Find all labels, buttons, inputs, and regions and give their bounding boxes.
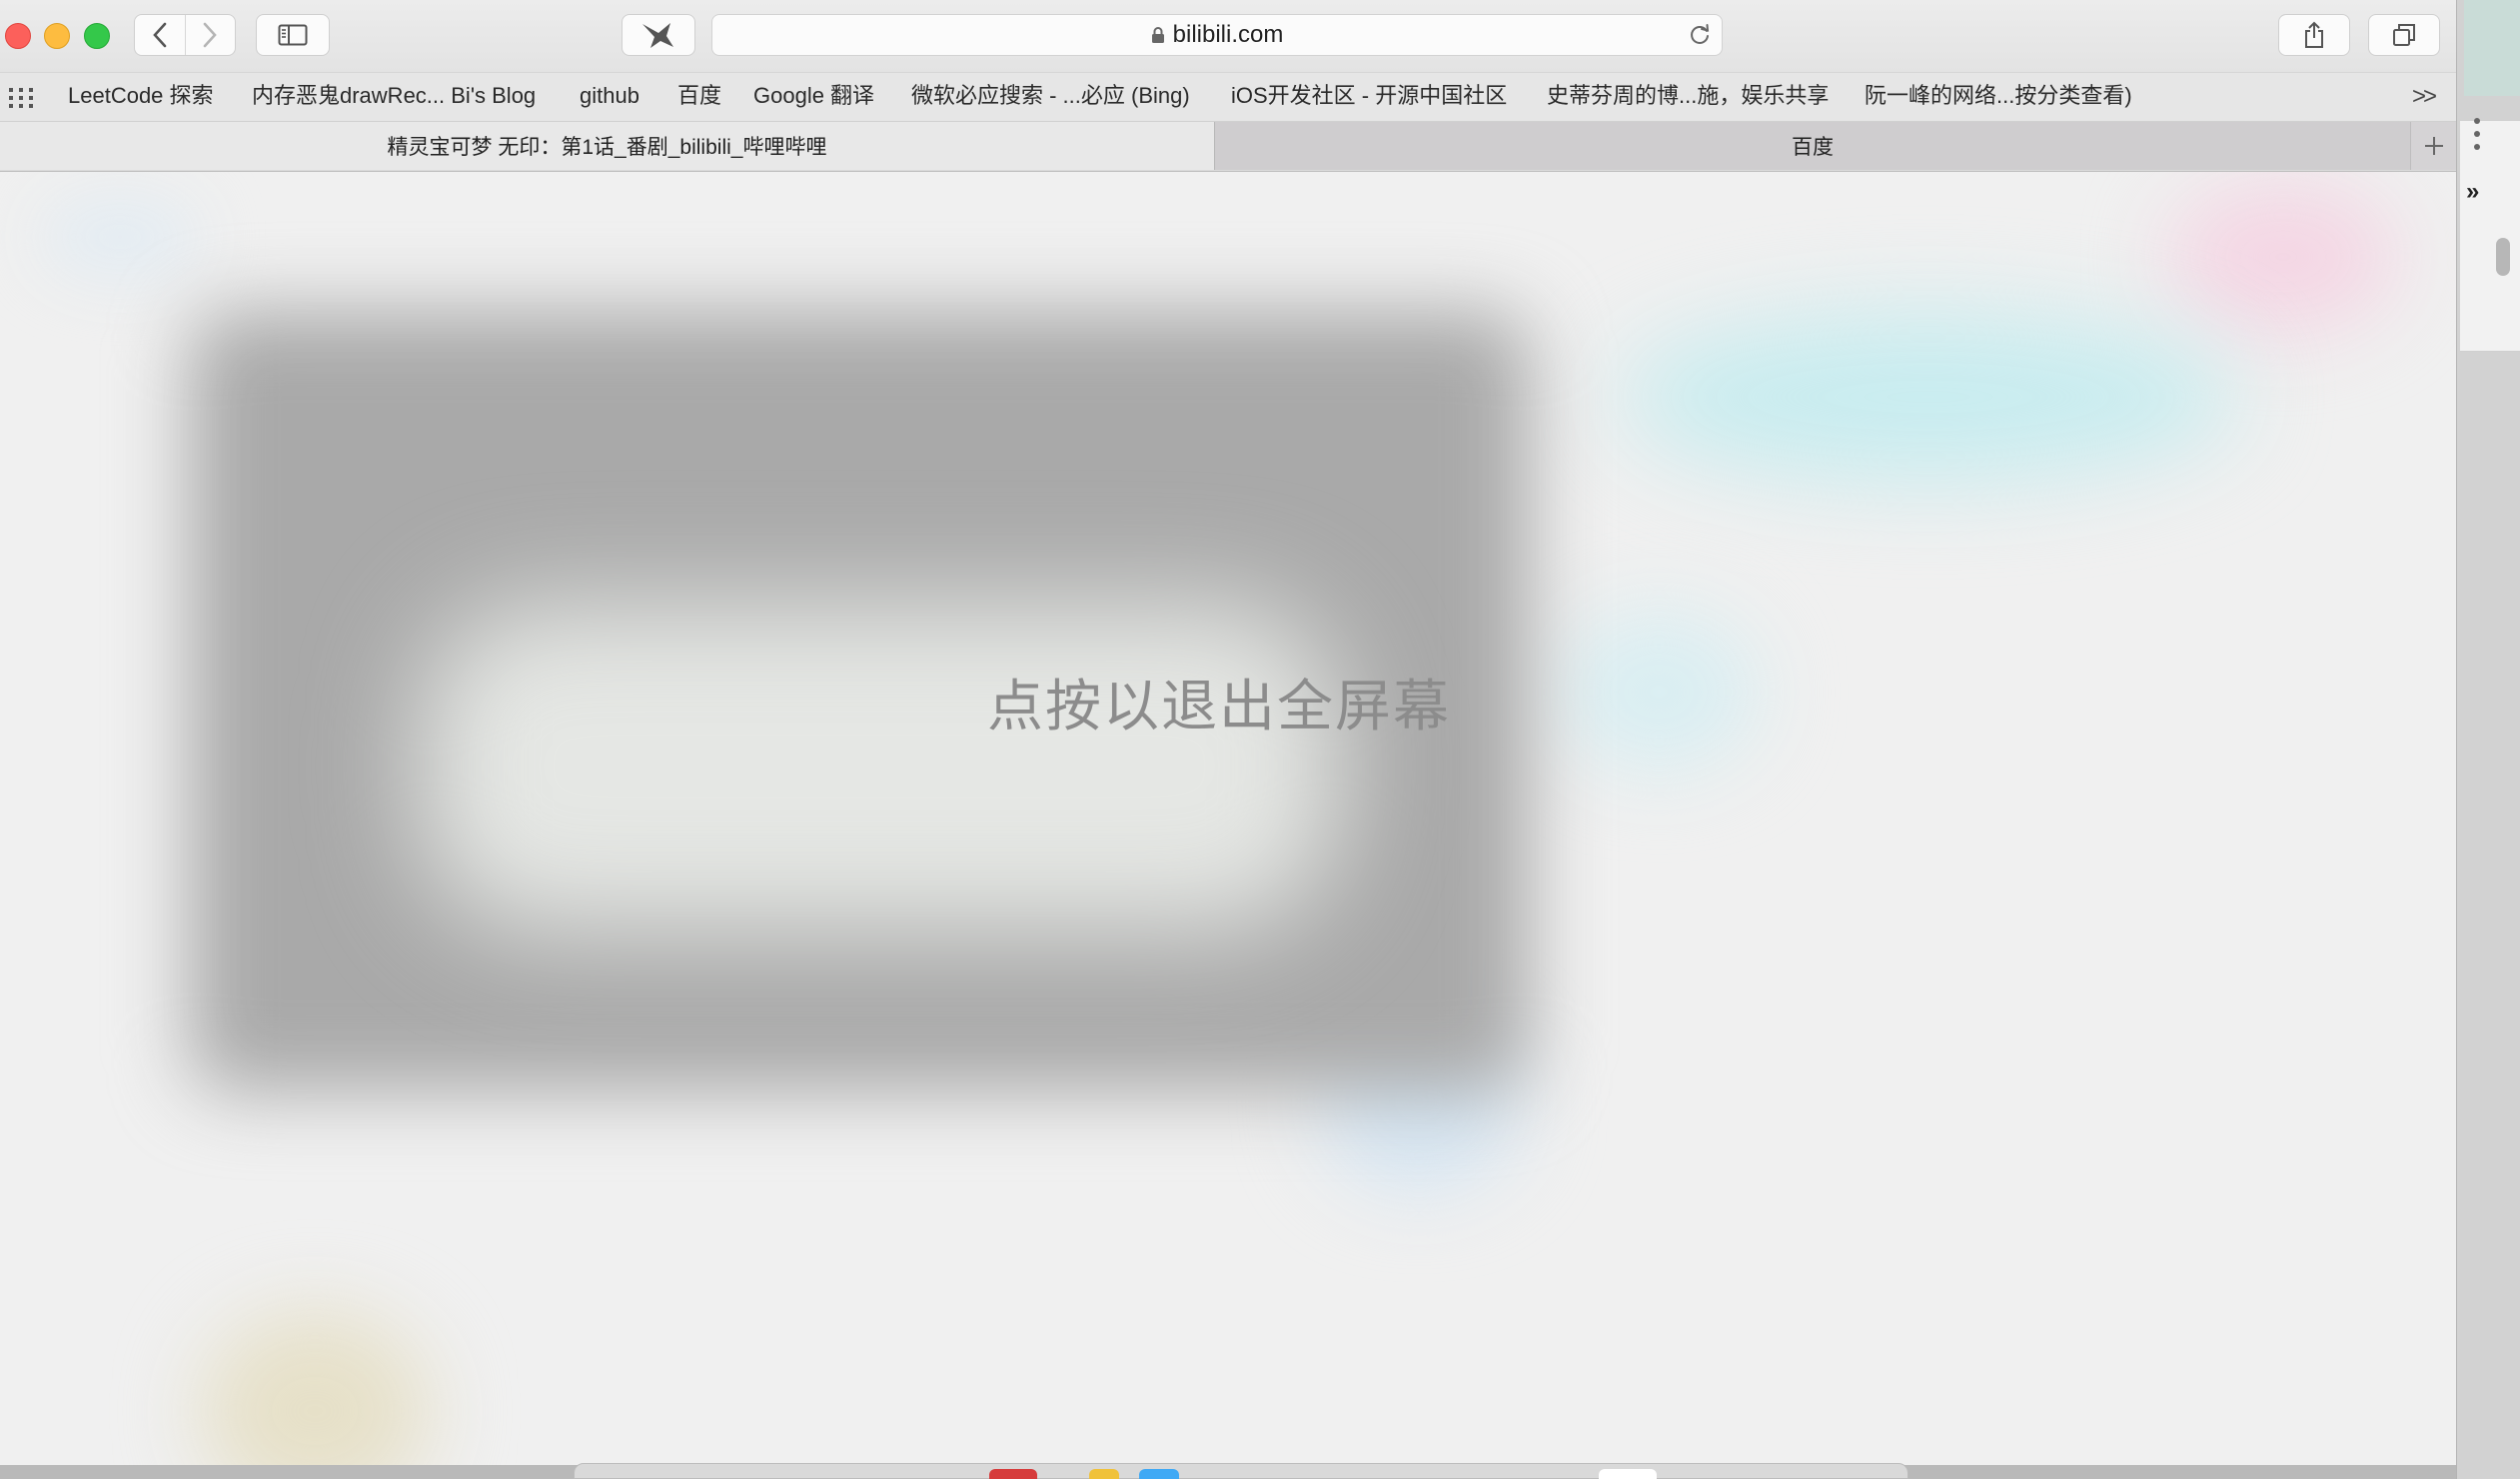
- scrollbar-thumb[interactable]: [2496, 238, 2510, 276]
- extension-button[interactable]: [622, 14, 695, 56]
- bookmark-item[interactable]: 百度: [677, 83, 721, 109]
- browser-window: bilibili.com LeetCode 探索 内存恶鬼drawRec... …: [0, 0, 2456, 1465]
- exit-fullscreen-hint[interactable]: 点按以退出全屏幕: [899, 662, 1539, 742]
- adjacent-window-panel: [2460, 120, 2520, 352]
- browser-toolbar: bilibili.com: [0, 0, 2456, 72]
- lock-icon: [1151, 26, 1165, 44]
- bookmark-item[interactable]: 微软必应搜索 - ...必应 (Bing): [911, 83, 1190, 109]
- blurred-decoration: [1619, 312, 2238, 482]
- back-forward-group: [134, 14, 236, 56]
- dock-app-icon[interactable]: [1599, 1469, 1657, 1479]
- reload-button[interactable]: [1688, 23, 1712, 52]
- share-icon: [2305, 21, 2323, 48]
- more-options-icon[interactable]: [2474, 118, 2482, 157]
- adjacent-window-header: [2464, 0, 2520, 96]
- bookmark-item[interactable]: 内存恶鬼drawRec... Bi's Blog: [252, 83, 536, 109]
- tab-baidu[interactable]: 百度: [1215, 122, 2410, 170]
- zoom-window-button[interactable]: [84, 23, 110, 49]
- back-button[interactable]: [135, 15, 185, 55]
- extension-bird-icon: [642, 23, 673, 48]
- address-bar[interactable]: bilibili.com: [711, 14, 1723, 56]
- back-icon: [152, 22, 167, 48]
- new-tab-plus-icon: [2425, 137, 2443, 155]
- bookmark-item[interactable]: Google 翻译: [753, 83, 874, 109]
- dock-app-icon[interactable]: [1089, 1469, 1119, 1479]
- sidebar-toggle-button[interactable]: [256, 14, 330, 56]
- bookmark-item[interactable]: github: [580, 83, 639, 109]
- bookmarks-overflow-button[interactable]: >>: [2412, 83, 2437, 111]
- tab-overview-button[interactable]: [2368, 14, 2440, 56]
- tab-title: 精灵宝可梦 无印：第1话_番剧_bilibili_哔哩哔哩: [387, 136, 827, 159]
- tab-title: 百度: [1792, 136, 1834, 159]
- reload-icon: [1691, 24, 1710, 44]
- blurred-decoration: [1559, 612, 1759, 771]
- forward-button[interactable]: [184, 15, 236, 55]
- tab-bar: 精灵宝可梦 无印：第1话_番剧_bilibili_哔哩哔哩 百度: [0, 122, 2456, 172]
- expand-chevron-icon[interactable]: »: [2466, 178, 2479, 206]
- dock-app-icon[interactable]: [1139, 1469, 1179, 1479]
- blurred-video-frame: [420, 602, 1339, 931]
- bookmark-item[interactable]: 史蒂芬周的博...施，娱乐共享: [1547, 83, 1829, 109]
- sidebar-icon: [278, 24, 308, 46]
- new-tab-button[interactable]: [2410, 122, 2456, 170]
- bookmark-item[interactable]: 阮一峰的网络...按分类查看): [1865, 83, 2132, 109]
- bookmarks-bar: LeetCode 探索 内存恶鬼drawRec... Bi's Blog git…: [0, 72, 2456, 122]
- share-button[interactable]: [2278, 14, 2350, 56]
- close-window-button[interactable]: [5, 23, 31, 49]
- bookmark-item[interactable]: iOS开发社区 - 开源中国社区: [1231, 83, 1507, 109]
- blurred-decoration: [2168, 182, 2398, 332]
- dock: [574, 1463, 1908, 1479]
- address-display: bilibili.com: [712, 15, 1722, 55]
- blurred-decoration: [40, 192, 200, 282]
- url-text: bilibili.com: [1172, 21, 1284, 48]
- page-content[interactable]: 点按以退出全屏幕: [0, 172, 2456, 1465]
- minimize-window-button[interactable]: [44, 23, 70, 49]
- tab-bilibili[interactable]: 精灵宝可梦 无印：第1话_番剧_bilibili_哔哩哔哩: [0, 122, 1215, 170]
- forward-icon: [203, 22, 218, 48]
- tabs-overview-icon: [2393, 24, 2415, 46]
- bookmarks-grid-icon[interactable]: [8, 87, 38, 115]
- bookmark-item[interactable]: LeetCode 探索: [68, 83, 214, 109]
- blurred-decoration: [200, 1311, 430, 1465]
- dock-app-icon[interactable]: [989, 1469, 1037, 1479]
